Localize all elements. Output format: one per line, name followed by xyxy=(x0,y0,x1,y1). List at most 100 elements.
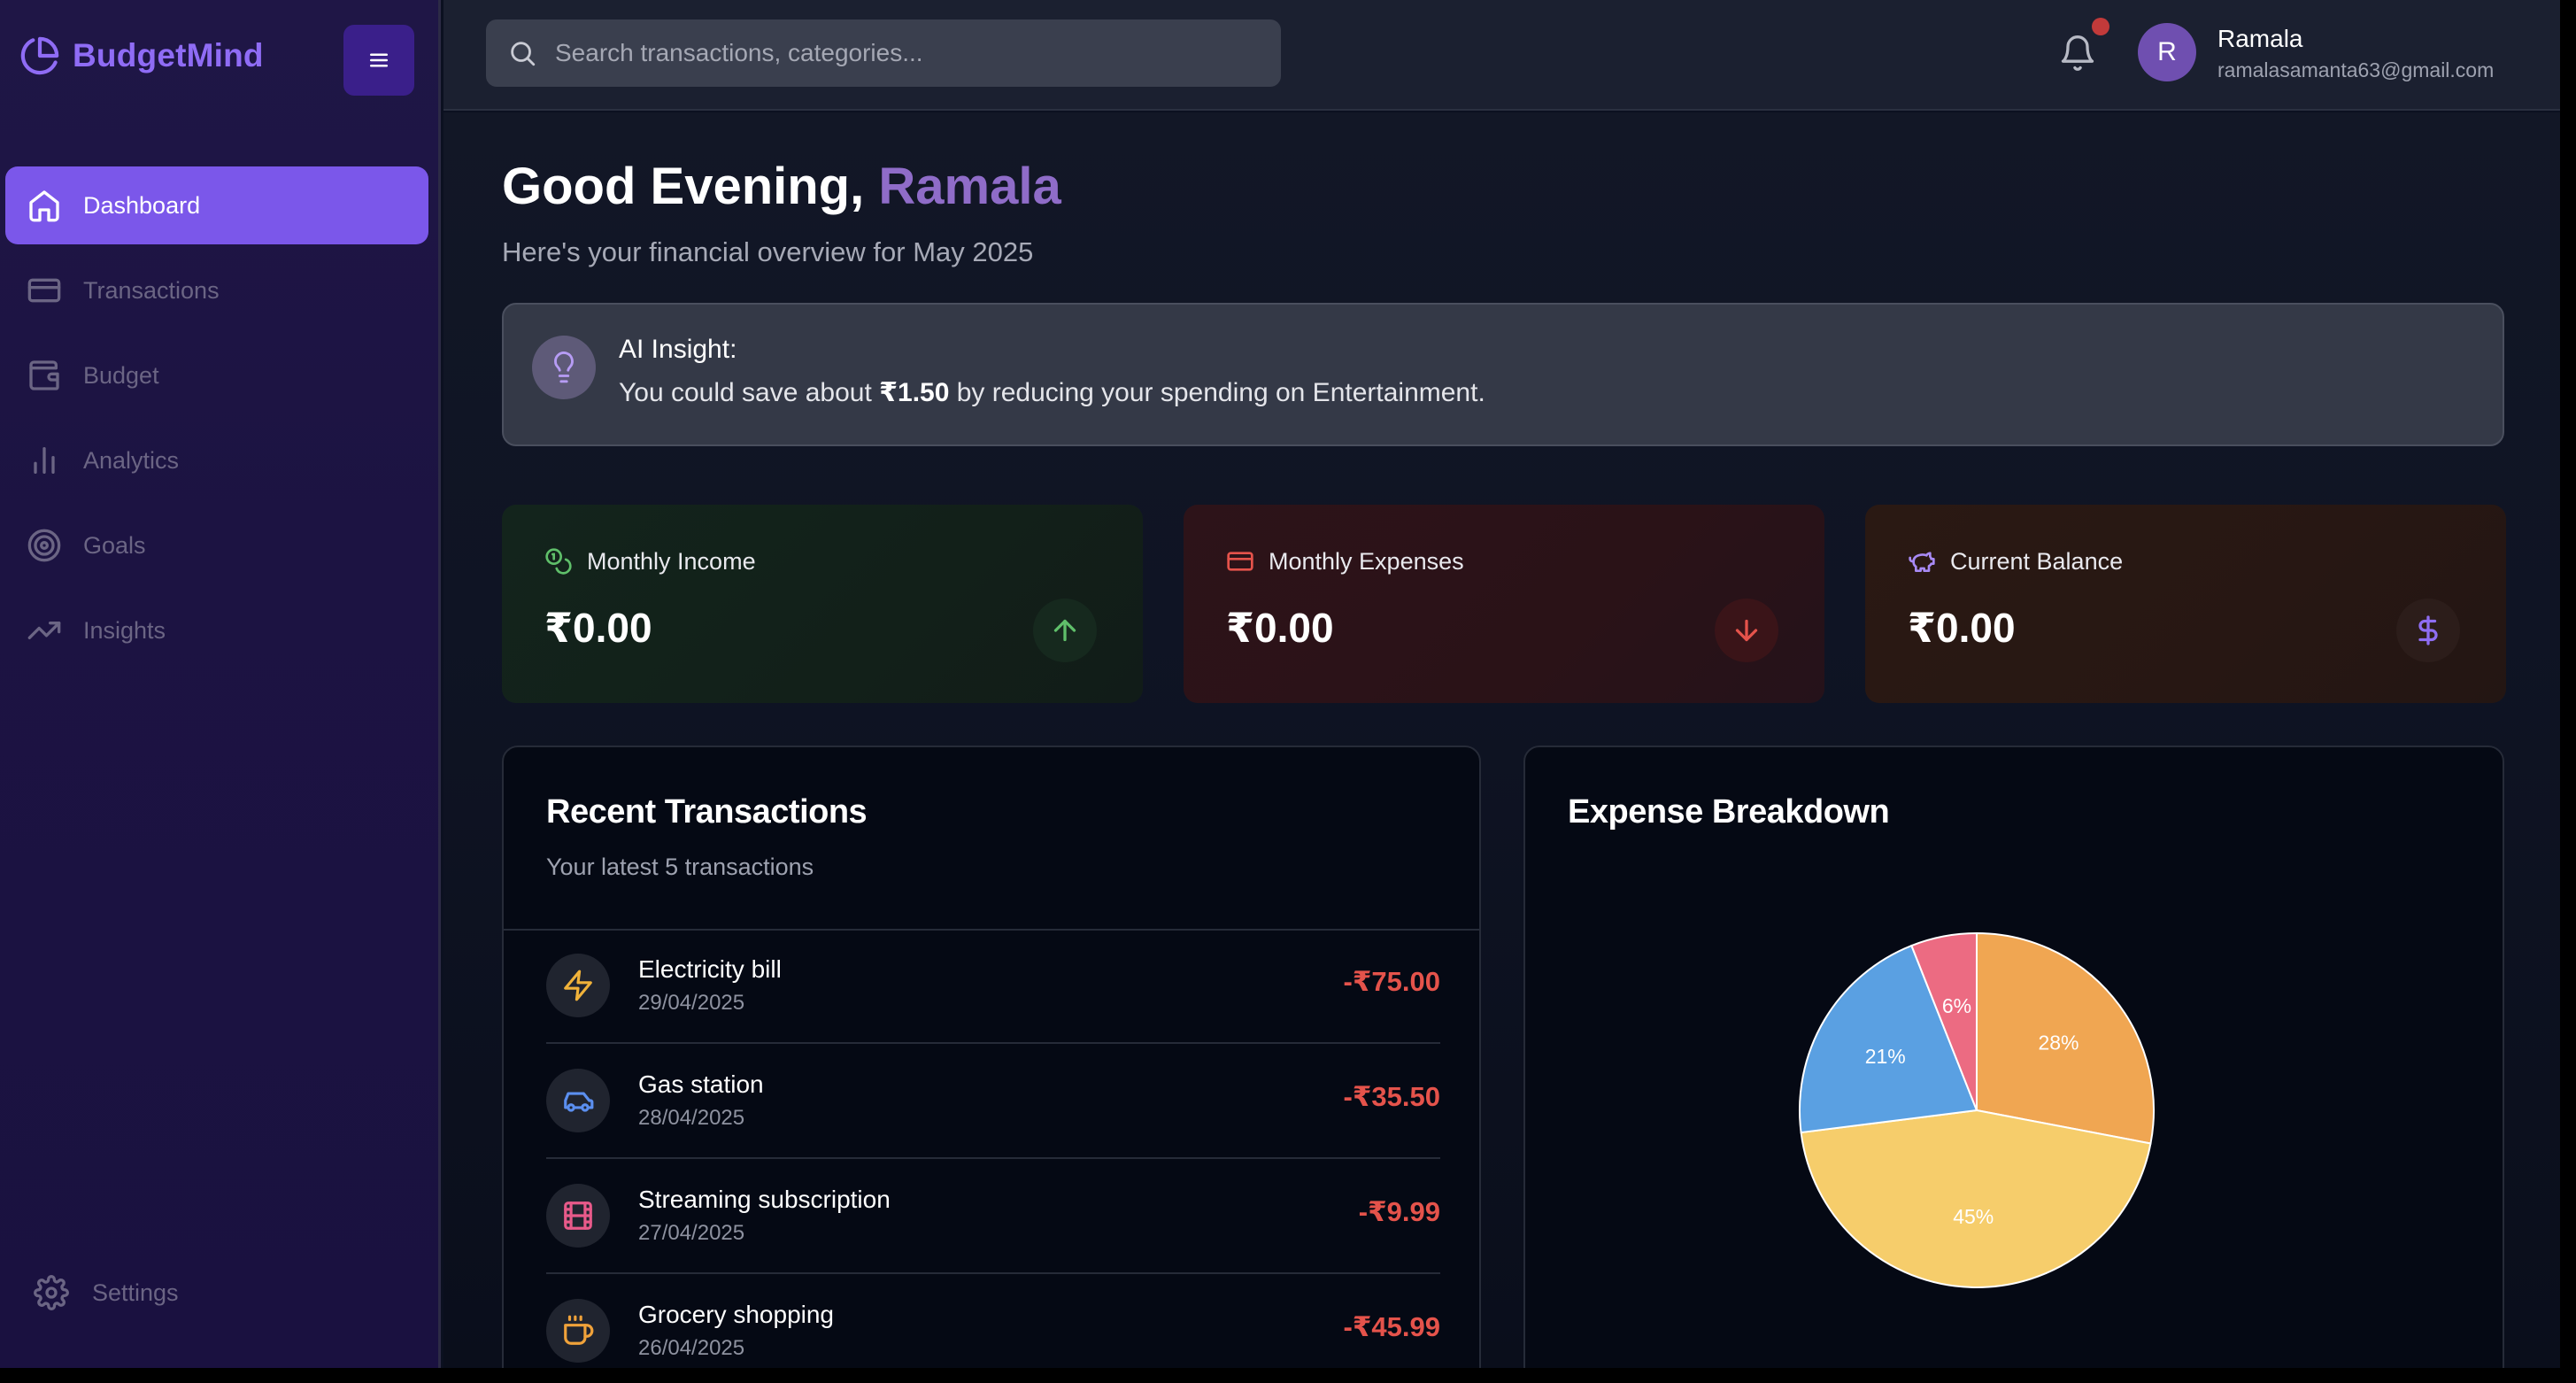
dollar-icon xyxy=(2418,615,2438,645)
stat-indicator xyxy=(2396,599,2460,662)
tx-date: 26/04/2025 xyxy=(638,1336,745,1360)
sidebar-item-budget[interactable]: Budget xyxy=(5,336,428,414)
target-icon xyxy=(27,529,61,562)
sidebar-item-transactions[interactable]: Transactions xyxy=(5,251,428,329)
pie-slice[interactable] xyxy=(1800,1109,2152,1288)
search-icon xyxy=(511,42,536,66)
insight-text-before: You could save about xyxy=(619,378,880,407)
monthly-expenses-card: Monthly Expenses ₹0.00 xyxy=(1184,505,1824,703)
sidebar-item-dashboard[interactable]: Dashboard xyxy=(5,166,428,244)
stat-indicator xyxy=(1033,599,1097,662)
list-item[interactable]: Streaming subscription 27/04/2025 -₹9.99 xyxy=(546,1159,1440,1274)
pie-slice-label: 28% xyxy=(2038,1031,2079,1055)
car-icon xyxy=(564,1092,594,1112)
tx-amount: -₹9.99 xyxy=(1358,1196,1440,1227)
insight-text: You could save about ₹1.50 by reducing y… xyxy=(619,377,1485,408)
tx-amount: -₹75.00 xyxy=(1343,966,1440,997)
coffee-icon xyxy=(564,1315,594,1345)
pie-logo-icon xyxy=(20,36,59,75)
tx-name: Gas station xyxy=(638,1070,764,1098)
main-content: Good Evening, Ramala Here's your financi… xyxy=(443,112,2560,1368)
sidebar: BudgetMind Dashboard Transactions Budget… xyxy=(0,0,441,1368)
tx-amount: -₹35.50 xyxy=(1343,1081,1440,1112)
settings-label: Settings xyxy=(92,1279,179,1306)
stat-label-text: Current Balance xyxy=(1950,547,2124,575)
stat-value: ₹0.00 xyxy=(544,605,652,651)
sidebar-item-goals[interactable]: Goals xyxy=(5,506,428,584)
sidebar-item-label: Insights xyxy=(83,616,166,644)
card-title: Recent Transactions xyxy=(546,793,868,831)
tx-name: Streaming subscription xyxy=(638,1186,891,1213)
expense-breakdown-card: Expense Breakdown 28% 45% 21% 6% xyxy=(1523,746,2504,1368)
sidebar-item-settings[interactable]: Settings xyxy=(34,1275,179,1310)
stat-label-text: Monthly Expenses xyxy=(1269,547,1464,575)
pie-slice-label: 21% xyxy=(1865,1045,1906,1068)
home-icon xyxy=(29,190,59,222)
sidebar-item-analytics[interactable]: Analytics xyxy=(5,421,428,499)
piggy-bank-icon xyxy=(1909,552,1935,572)
wallet-icon xyxy=(29,360,59,390)
brand[interactable]: BudgetMind xyxy=(19,35,264,76)
topbar: R Ramala ramalasamanta63@gmail.com xyxy=(443,0,2560,111)
credit-card-icon xyxy=(1227,552,1253,571)
insight-text-after: by reducing your spending on Entertainme… xyxy=(949,378,1485,407)
sidebar-item-label: Dashboard xyxy=(83,191,201,219)
insight-title: AI Insight: xyxy=(619,335,737,364)
tx-name: Electricity bill xyxy=(638,955,782,983)
bell-icon[interactable] xyxy=(2058,34,2097,73)
page-title: Good Evening, Ramala xyxy=(502,157,1061,216)
ai-insight-banner: AI Insight: You could save about ₹1.50 b… xyxy=(502,303,2504,446)
card-icon xyxy=(27,278,61,303)
lightbulb-icon xyxy=(554,352,574,383)
monthly-income-card: Monthly Income ₹0.00 xyxy=(502,505,1143,703)
stat-value: ₹0.00 xyxy=(1908,605,2016,651)
coins-icon xyxy=(545,548,572,575)
sidebar-item-insights[interactable]: Insights xyxy=(5,591,428,669)
user-name: Ramala xyxy=(2217,25,2303,52)
tx-icon-wrapper xyxy=(546,1069,610,1132)
sidebar-item-label: Transactions xyxy=(83,276,220,304)
stat-label-text: Monthly Income xyxy=(587,547,756,575)
insight-icon-wrapper xyxy=(532,336,596,399)
arrow-up-icon xyxy=(1053,619,1076,642)
notification-badge xyxy=(2092,18,2109,35)
current-balance-card: Current Balance ₹0.00 xyxy=(1865,505,2506,703)
stat-label: Current Balance xyxy=(1908,547,2123,576)
stat-indicator xyxy=(1715,599,1778,662)
sidebar-item-label: Goals xyxy=(83,531,146,559)
trending-up-icon xyxy=(27,622,61,639)
list-item[interactable]: Gas station 28/04/2025 -₹35.50 xyxy=(546,1044,1440,1159)
list-item[interactable]: Grocery shopping 26/04/2025 -₹45.99 xyxy=(546,1274,1440,1368)
search-bar[interactable] xyxy=(486,19,1281,87)
greeting-name: Ramala xyxy=(878,158,1061,215)
search-input[interactable] xyxy=(555,39,1246,67)
sidebar-nav: Dashboard Transactions Budget Analytics xyxy=(5,166,428,676)
film-icon xyxy=(564,1201,592,1230)
bar-chart-icon xyxy=(34,447,55,474)
insight-amount: ₹1.50 xyxy=(879,378,950,407)
stat-value: ₹0.00 xyxy=(1226,605,1334,651)
expense-pie-chart: 28% 45% 21% 6% xyxy=(1799,931,2155,1288)
recent-transactions-card: Recent Transactions Your latest 5 transa… xyxy=(502,746,1481,1368)
gear-icon xyxy=(34,1275,69,1310)
page-subtitle: Here's your financial overview for May 2… xyxy=(502,236,1034,267)
pie-slice-label: 6% xyxy=(1942,994,1971,1017)
sidebar-item-label: Budget xyxy=(83,361,159,389)
tx-date: 28/04/2025 xyxy=(638,1106,745,1130)
hamburger-icon xyxy=(370,53,388,67)
transaction-list: Electricity bill 29/04/2025 -₹75.00 Gas … xyxy=(546,929,1440,1368)
tx-amount: -₹45.99 xyxy=(1343,1311,1440,1342)
tx-icon-wrapper xyxy=(546,1299,610,1363)
tx-name: Grocery shopping xyxy=(638,1301,835,1328)
lightning-icon xyxy=(564,970,592,1001)
menu-toggle-button[interactable] xyxy=(343,25,414,96)
brand-name: BudgetMind xyxy=(73,37,264,73)
list-item[interactable]: Electricity bill 29/04/2025 -₹75.00 xyxy=(546,929,1440,1044)
avatar[interactable]: R xyxy=(2138,23,2196,81)
greeting-text: Good Evening, xyxy=(502,158,865,215)
card-title: Expense Breakdown xyxy=(1568,793,1890,831)
stat-label: Monthly Income xyxy=(544,547,756,576)
pie-slice-label: 45% xyxy=(1953,1205,1994,1228)
user-email: ramalasamanta63@gmail.com xyxy=(2217,58,2495,81)
tx-icon-wrapper xyxy=(546,954,610,1017)
